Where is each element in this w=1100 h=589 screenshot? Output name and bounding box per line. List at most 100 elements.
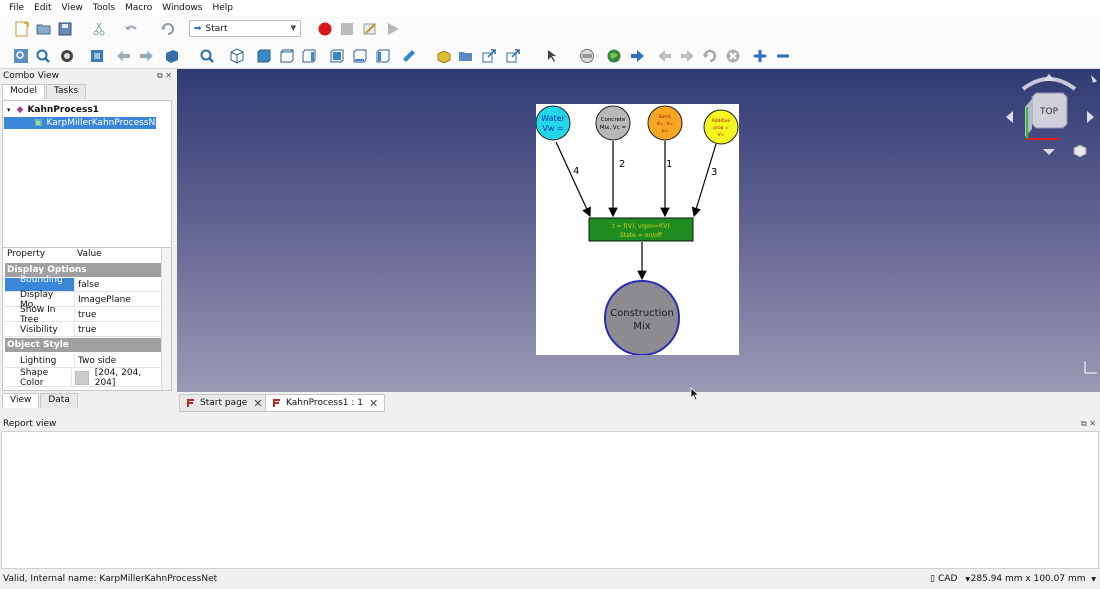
close-cube-icon[interactable] [1091,75,1097,83]
property-row[interactable]: Shape Color [204, 204, 204] [5,368,161,388]
macro-edit-icon[interactable] [361,20,379,37]
property-row[interactable]: Visibility true [5,323,161,337]
image-object-icon: ▣ [34,118,43,128]
fit-all-icon[interactable] [12,47,30,64]
menu-edit[interactable]: Edit [29,3,56,13]
panel-controls[interactable]: ⧉ ✕ [157,71,172,81]
edge-water [555,141,591,218]
menu-help[interactable]: Help [207,3,238,13]
view-bottom-icon[interactable] [351,47,369,64]
property-value[interactable]: Two side [75,356,116,366]
create-group-icon[interactable] [457,47,475,64]
tab-start-page[interactable]: Start page ✕ [179,394,270,412]
group-object-style[interactable]: Object Style [5,338,161,352]
undo-icon[interactable] [122,20,140,37]
panel-controls[interactable]: ⧉ ✕ [1081,419,1096,429]
std-views-icon[interactable] [163,47,181,64]
open-folder-icon[interactable] [35,20,53,37]
menu-view[interactable]: View [57,3,88,13]
web-zoom-out-icon[interactable] [774,47,792,64]
macro-stop-icon[interactable] [338,20,356,37]
link-actions-icon[interactable] [504,47,522,64]
web-go-icon[interactable] [628,47,646,64]
freecad-window: File Edit View Tools Macro Windows Help … [0,0,1100,589]
arrow-down-icon[interactable] [1043,149,1055,155]
menu-tools[interactable]: Tools [88,3,120,13]
property-editor: Property Value Display Options Bounding … [2,247,172,391]
tree-item-selected[interactable]: ▣ KarpMillerKahnProcessNet [4,117,164,129]
tree-item-document[interactable]: ▾ ◆ KahnProcess1 [7,104,99,116]
navigation-cube[interactable]: TOP [1003,69,1100,169]
close-tab-icon[interactable]: ✕ [253,397,262,410]
view-menu-cube-icon[interactable] [1073,144,1087,158]
save-icon[interactable] [56,20,74,37]
menu-file[interactable]: File [4,3,29,13]
document-tabs: Start page ✕ KahnProcess1 : 1 ✕ [177,392,1100,413]
property-value[interactable]: true [75,310,96,320]
link-icon[interactable] [480,47,498,64]
combo-view-panel: Combo View ⧉ ✕ Model Tasks ▾ ◆ KahnProce… [0,69,176,413]
axis-indicator [1081,359,1099,380]
refresh-icon[interactable] [159,20,177,37]
web-stop-icon[interactable] [724,47,742,64]
web-set-url-icon[interactable] [578,47,596,64]
property-row[interactable]: Show In Tree true [5,305,161,325]
web-refresh-icon[interactable] [701,47,719,64]
image-plane[interactable]: 4 2 1 3 Water Vw = Concrete Mix, Vc = Sa… [535,104,739,356]
property-name: Lighting [5,354,75,367]
navigation-style[interactable]: ▯ CAD ▼ [930,574,970,584]
view-isometric-icon[interactable] [228,47,246,64]
tab-data[interactable]: Data [40,393,78,408]
file-toolbar: ➡ Start ▼ [0,15,1100,42]
create-part-icon[interactable] [435,47,453,64]
expand-arrow-icon[interactable]: ▾ [7,106,11,114]
property-row[interactable]: Lighting Two side [5,354,161,368]
draw-style-icon[interactable] [58,47,76,64]
back-arrow-icon[interactable] [115,47,133,64]
web-back-icon[interactable] [656,47,674,64]
bounding-box-icon[interactable] [88,47,106,64]
tab-kahnprocess[interactable]: KahnProcess1 : 1 ✕ [265,394,386,412]
measure-icon[interactable] [400,47,418,64]
kahn-process-diagram: 4 2 1 3 Water Vw = Concrete Mix, Vc = Sa… [535,105,739,356]
new-document-icon[interactable] [13,20,31,37]
workbench-selector[interactable]: ➡ Start ▼ [189,20,301,37]
macro-record-icon[interactable] [316,20,334,37]
tab-view[interactable]: View [2,393,40,408]
cube-face-label: TOP [1039,107,1059,117]
menu-macro[interactable]: Macro [120,3,157,13]
color-swatch[interactable] [75,370,89,385]
report-view[interactable] [1,431,1099,569]
arrow-right-icon[interactable] [1087,111,1094,123]
view-left-icon[interactable] [374,47,392,64]
property-value[interactable]: [204, 204, 204] [72,368,161,388]
web-forward-icon[interactable] [678,47,696,64]
fit-selection-icon[interactable] [34,47,52,64]
zoom-icon[interactable] [198,47,216,64]
tab-model[interactable]: Model [2,84,46,99]
property-value[interactable]: false [75,280,99,290]
web-open-icon[interactable] [605,47,623,64]
view-front-icon[interactable] [255,47,273,64]
view-rear-icon[interactable] [328,47,346,64]
arrow-left-icon[interactable] [1006,111,1013,123]
mouse-cursor-icon [690,387,700,404]
web-zoom-in-icon[interactable] [751,47,769,64]
property-scrollbar[interactable] [161,248,171,390]
view-top-icon[interactable] [278,47,296,64]
view-right-icon[interactable] [300,47,318,64]
status-message: Valid, Internal name: KarpMillerKahnProc… [3,574,218,584]
freecad-icon [187,399,194,407]
forward-arrow-icon[interactable] [137,47,155,64]
3d-view[interactable]: 4 2 1 3 Water Vw = Concrete Mix, Vc = Sa… [177,69,1100,392]
menu-windows[interactable]: Windows [157,3,207,13]
property-value[interactable]: true [75,325,96,335]
macro-run-icon[interactable] [384,20,402,37]
cut-icon[interactable] [90,20,108,37]
whats-this-icon[interactable] [544,47,562,64]
close-tab-icon[interactable]: ✕ [369,397,378,410]
view-toolbar [0,42,1100,69]
tab-tasks[interactable]: Tasks [46,84,87,99]
property-name: Show In Tree [5,305,75,325]
property-value[interactable]: ImagePlane [75,295,131,305]
